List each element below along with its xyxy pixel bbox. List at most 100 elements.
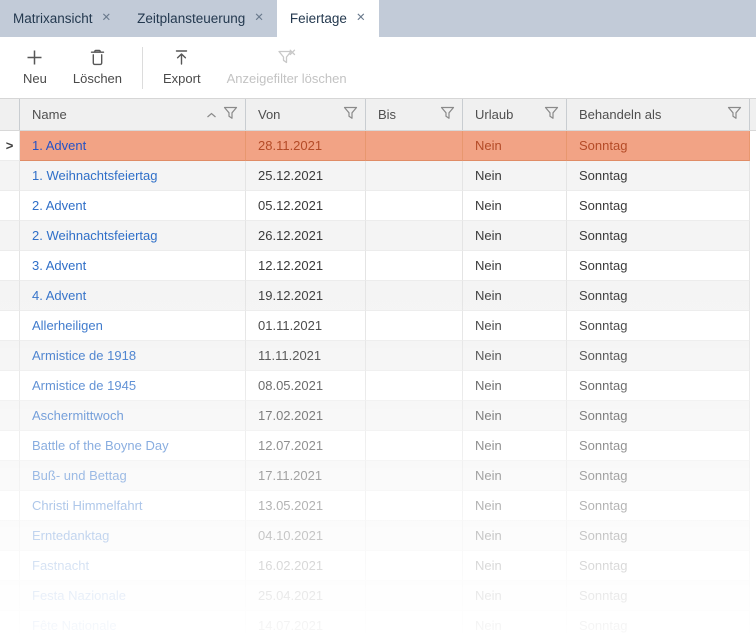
cell-selector[interactable]: > (0, 131, 20, 161)
cell-behandeln-als: Sonntag (567, 161, 750, 191)
row-selector-header (0, 99, 20, 130)
cell-name[interactable]: Festa Nazionale (20, 581, 246, 611)
table-row[interactable]: Battle of the Boyne Day 12.07.2021 Nein … (0, 431, 750, 461)
column-header-bis[interactable]: Bis (366, 99, 463, 130)
new-button-label: Neu (23, 71, 47, 86)
column-header-urlaub[interactable]: Urlaub (463, 99, 567, 130)
filter-clear-icon (277, 49, 296, 66)
cell-selector[interactable] (0, 161, 20, 191)
cell-bis (366, 461, 463, 491)
close-icon[interactable]: ✕ (102, 13, 112, 25)
cell-name[interactable]: Christi Himmelfahrt (20, 491, 246, 521)
table-row[interactable]: Christi Himmelfahrt 13.05.2021 Nein Sonn… (0, 491, 750, 521)
funnel-icon[interactable] (727, 106, 742, 123)
cell-name[interactable]: 2. Advent (20, 191, 246, 221)
cell-selector[interactable] (0, 431, 20, 461)
table-row[interactable]: 4. Advent 19.12.2021 Nein Sonntag (0, 281, 750, 311)
cell-urlaub: Nein (463, 251, 567, 281)
cell-name[interactable]: Fête Nationale (20, 611, 246, 633)
cell-name[interactable]: 3. Advent (20, 251, 246, 281)
column-header-von[interactable]: Von (246, 99, 366, 130)
cell-von: 28.11.2021 (246, 131, 366, 161)
column-label: Name (32, 107, 67, 122)
cell-bis (366, 281, 463, 311)
cell-urlaub: Nein (463, 551, 567, 581)
cell-name[interactable]: 4. Advent (20, 281, 246, 311)
cell-von: 04.10.2021 (246, 521, 366, 551)
table-row[interactable]: Buß- und Bettag 17.11.2021 Nein Sonntag (0, 461, 750, 491)
cell-selector[interactable] (0, 191, 20, 221)
column-header-name[interactable]: Name (20, 99, 246, 130)
cell-bis (366, 521, 463, 551)
cell-von: 16.02.2021 (246, 551, 366, 581)
table-row[interactable]: Allerheiligen 01.11.2021 Nein Sonntag (0, 311, 750, 341)
cell-bis (366, 551, 463, 581)
close-icon[interactable]: ✕ (254, 13, 264, 25)
cell-name[interactable]: Buß- und Bettag (20, 461, 246, 491)
cell-urlaub: Nein (463, 131, 567, 161)
cell-von: 19.12.2021 (246, 281, 366, 311)
cell-selector[interactable] (0, 581, 20, 611)
cell-selector[interactable] (0, 221, 20, 251)
clear-filter-button-label: Anzeigefilter löschen (227, 71, 347, 86)
cell-bis (366, 491, 463, 521)
table-row[interactable]: Armistice de 1945 08.05.2021 Nein Sonnta… (0, 371, 750, 401)
cell-name[interactable]: Armistice de 1945 (20, 371, 246, 401)
funnel-icon[interactable] (343, 106, 358, 123)
cell-selector[interactable] (0, 461, 20, 491)
cell-name[interactable]: 1. Weihnachtsfeiertag (20, 161, 246, 191)
cell-name[interactable]: Aschermittwoch (20, 401, 246, 431)
delete-button[interactable]: Löschen (60, 49, 135, 86)
cell-bis (366, 221, 463, 251)
table-row[interactable]: Fastnacht 16.02.2021 Nein Sonntag (0, 551, 750, 581)
table-row[interactable]: 2. Weihnachtsfeiertag 26.12.2021 Nein So… (0, 221, 750, 251)
tab-matrixansicht[interactable]: Matrixansicht ✕ (0, 0, 124, 37)
cell-name[interactable]: 1. Advent (20, 131, 246, 161)
export-button[interactable]: Export (150, 49, 214, 86)
cell-bis (366, 401, 463, 431)
cell-von: 11.11.2021 (246, 341, 366, 371)
table-row[interactable]: > 1. Advent 28.11.2021 Nein Sonntag (0, 131, 750, 161)
cell-selector[interactable] (0, 251, 20, 281)
table-row[interactable]: Erntedanktag 04.10.2021 Nein Sonntag (0, 521, 750, 551)
table-row[interactable]: Fête Nationale 14.07.2021 Nein Sonntag (0, 611, 750, 633)
cell-selector[interactable] (0, 311, 20, 341)
cell-selector[interactable] (0, 491, 20, 521)
table-row[interactable]: Festa Nazionale 25.04.2021 Nein Sonntag (0, 581, 750, 611)
column-label: Behandeln als (579, 107, 661, 122)
cell-name[interactable]: 2. Weihnachtsfeiertag (20, 221, 246, 251)
table-row[interactable]: 2. Advent 05.12.2021 Nein Sonntag (0, 191, 750, 221)
cell-name[interactable]: Fastnacht (20, 551, 246, 581)
close-icon[interactable]: ✕ (356, 13, 366, 25)
cell-name[interactable]: Erntedanktag (20, 521, 246, 551)
tab-feiertage[interactable]: Feiertage ✕ (277, 0, 379, 37)
table-row[interactable]: 1. Weihnachtsfeiertag 25.12.2021 Nein So… (0, 161, 750, 191)
cell-name[interactable]: Armistice de 1918 (20, 341, 246, 371)
cell-name[interactable]: Allerheiligen (20, 311, 246, 341)
funnel-icon[interactable] (440, 106, 455, 123)
cell-selector[interactable] (0, 551, 20, 581)
table-row[interactable]: 3. Advent 12.12.2021 Nein Sonntag (0, 251, 750, 281)
cell-name[interactable]: Battle of the Boyne Day (20, 431, 246, 461)
cell-von: 12.07.2021 (246, 431, 366, 461)
funnel-icon[interactable] (544, 106, 559, 123)
cell-selector[interactable] (0, 401, 20, 431)
cell-selector[interactable] (0, 341, 20, 371)
cell-von: 12.12.2021 (246, 251, 366, 281)
cell-selector[interactable] (0, 371, 20, 401)
cell-von: 13.05.2021 (246, 491, 366, 521)
cell-selector[interactable] (0, 281, 20, 311)
table-row[interactable]: Armistice de 1918 11.11.2021 Nein Sonnta… (0, 341, 750, 371)
cell-selector[interactable] (0, 611, 20, 633)
cell-von: 17.11.2021 (246, 461, 366, 491)
cell-von: 25.04.2021 (246, 581, 366, 611)
table-row[interactable]: Aschermittwoch 17.02.2021 Nein Sonntag (0, 401, 750, 431)
new-button[interactable]: Neu (10, 49, 60, 86)
funnel-icon[interactable] (223, 106, 238, 123)
column-header-behandeln-als[interactable]: Behandeln als (567, 99, 750, 130)
tab-zeitplansteuerung[interactable]: Zeitplansteuerung ✕ (124, 0, 277, 37)
cell-selector[interactable] (0, 521, 20, 551)
export-up-icon (173, 49, 190, 66)
app-window: Matrixansicht ✕ Zeitplansteuerung ✕ Feie… (0, 0, 756, 633)
cell-behandeln-als: Sonntag (567, 221, 750, 251)
